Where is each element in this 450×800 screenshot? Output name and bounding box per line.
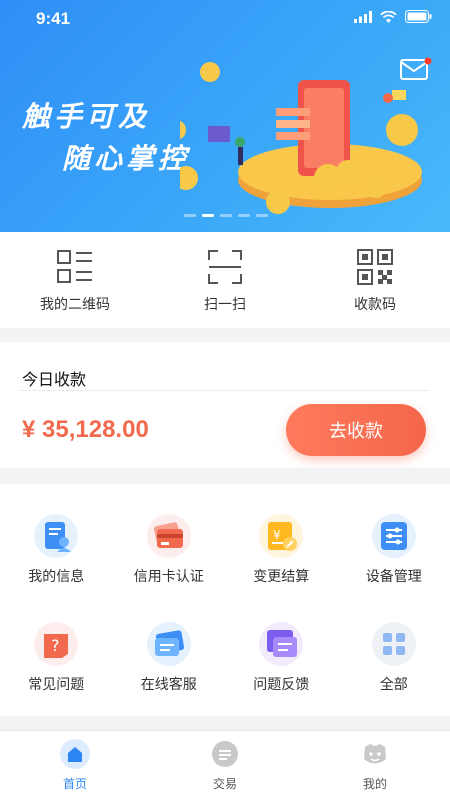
wifi-icon xyxy=(380,10,397,23)
service-all[interactable]: 全部 xyxy=(338,622,450,716)
battery-icon xyxy=(405,10,432,23)
home-icon xyxy=(60,739,90,769)
tab-transactions[interactable]: 交易 xyxy=(150,731,300,800)
qr-code-icon xyxy=(357,249,393,285)
service-feedback[interactable]: 问题反馈 xyxy=(225,622,338,716)
feedback-icon xyxy=(259,622,304,666)
quick-action-payment-code[interactable]: 收款码 xyxy=(300,232,450,328)
tab-profile[interactable]: 我的 xyxy=(300,731,450,800)
service-change-settlement[interactable]: ¥ 变更结算 xyxy=(225,514,338,608)
qr-list-icon xyxy=(57,250,92,283)
transaction-icon xyxy=(212,741,238,767)
device-settings-icon xyxy=(371,514,416,558)
quick-action-scan[interactable]: 扫一扫 xyxy=(150,232,300,328)
collect-payment-button[interactable]: 去收款 xyxy=(286,404,426,456)
carousel-dot-active[interactable] xyxy=(202,214,214,217)
scan-icon xyxy=(208,250,242,284)
service-label: 在线客服 xyxy=(140,676,197,692)
customer-service-icon xyxy=(146,622,191,666)
service-label: 全部 xyxy=(379,676,408,692)
tab-label: 我的 xyxy=(362,777,387,791)
faq-icon: ? xyxy=(34,622,79,666)
service-faq[interactable]: ? 常见问题 xyxy=(0,622,113,716)
signal-icon xyxy=(354,10,372,23)
banner-slogan-line1: 触手可及 xyxy=(22,101,151,132)
svg-text:?: ? xyxy=(51,636,60,655)
settlement-icon: ¥ xyxy=(259,514,304,558)
quick-actions: 我的二维码 扫一扫 收款码 xyxy=(0,232,450,328)
service-label: 常见问题 xyxy=(28,676,85,692)
quick-action-label: 收款码 xyxy=(354,296,396,312)
service-my-info[interactable]: 我的信息 xyxy=(0,514,113,608)
quick-action-label: 我的二维码 xyxy=(40,296,110,312)
banner[interactable]: 9:41 触手可及 随心掌控 xyxy=(0,0,450,232)
today-revenue-card: 今日收款 ¥ 35,128.00 去收款 xyxy=(0,342,450,468)
service-label: 信用卡认证 xyxy=(133,568,204,584)
carousel-dot[interactable] xyxy=(220,214,232,217)
service-label: 我的信息 xyxy=(28,568,85,584)
profile-icon xyxy=(364,744,386,764)
phone-coins-illustration xyxy=(180,62,422,214)
service-device-management[interactable]: 设备管理 xyxy=(338,514,450,608)
svg-text:¥: ¥ xyxy=(273,528,281,542)
today-revenue-title: 今日收款 xyxy=(22,372,87,389)
status-bar: 9:41 xyxy=(0,0,450,40)
tab-label: 首页 xyxy=(62,777,87,791)
credit-card-icon xyxy=(146,514,191,558)
tab-home[interactable]: 首页 xyxy=(0,731,150,800)
service-credit-card-verify[interactable]: 信用卡认证 xyxy=(113,514,226,608)
status-time: 9:41 xyxy=(36,9,71,28)
quick-action-label: 扫一扫 xyxy=(204,296,246,312)
quick-action-my-qrcode[interactable]: 我的二维码 xyxy=(0,232,150,328)
carousel-dot[interactable] xyxy=(256,214,268,217)
bottom-tab-bar: 首页 交易 我的 xyxy=(0,730,450,800)
tab-label: 交易 xyxy=(212,777,237,791)
service-label: 变更结算 xyxy=(253,568,310,584)
carousel-dot[interactable] xyxy=(238,214,250,217)
status-icons xyxy=(354,10,432,23)
all-apps-icon xyxy=(371,622,416,666)
services-grid: 我的信息 信用卡认证 ¥ 变更结算 设备管理 ? 常见问题 在线客服 问题反馈 … xyxy=(0,484,450,716)
user-info-icon xyxy=(34,514,79,558)
divider xyxy=(20,390,430,391)
banner-slogan-line2: 随心掌控 xyxy=(62,143,191,174)
service-online-support[interactable]: 在线客服 xyxy=(113,622,226,716)
carousel-dot[interactable] xyxy=(184,214,196,217)
service-label: 设备管理 xyxy=(365,568,422,584)
today-revenue-amount: ¥ 35,128.00 xyxy=(22,416,149,443)
carousel-indicator[interactable] xyxy=(184,214,268,217)
service-label: 问题反馈 xyxy=(253,676,310,692)
